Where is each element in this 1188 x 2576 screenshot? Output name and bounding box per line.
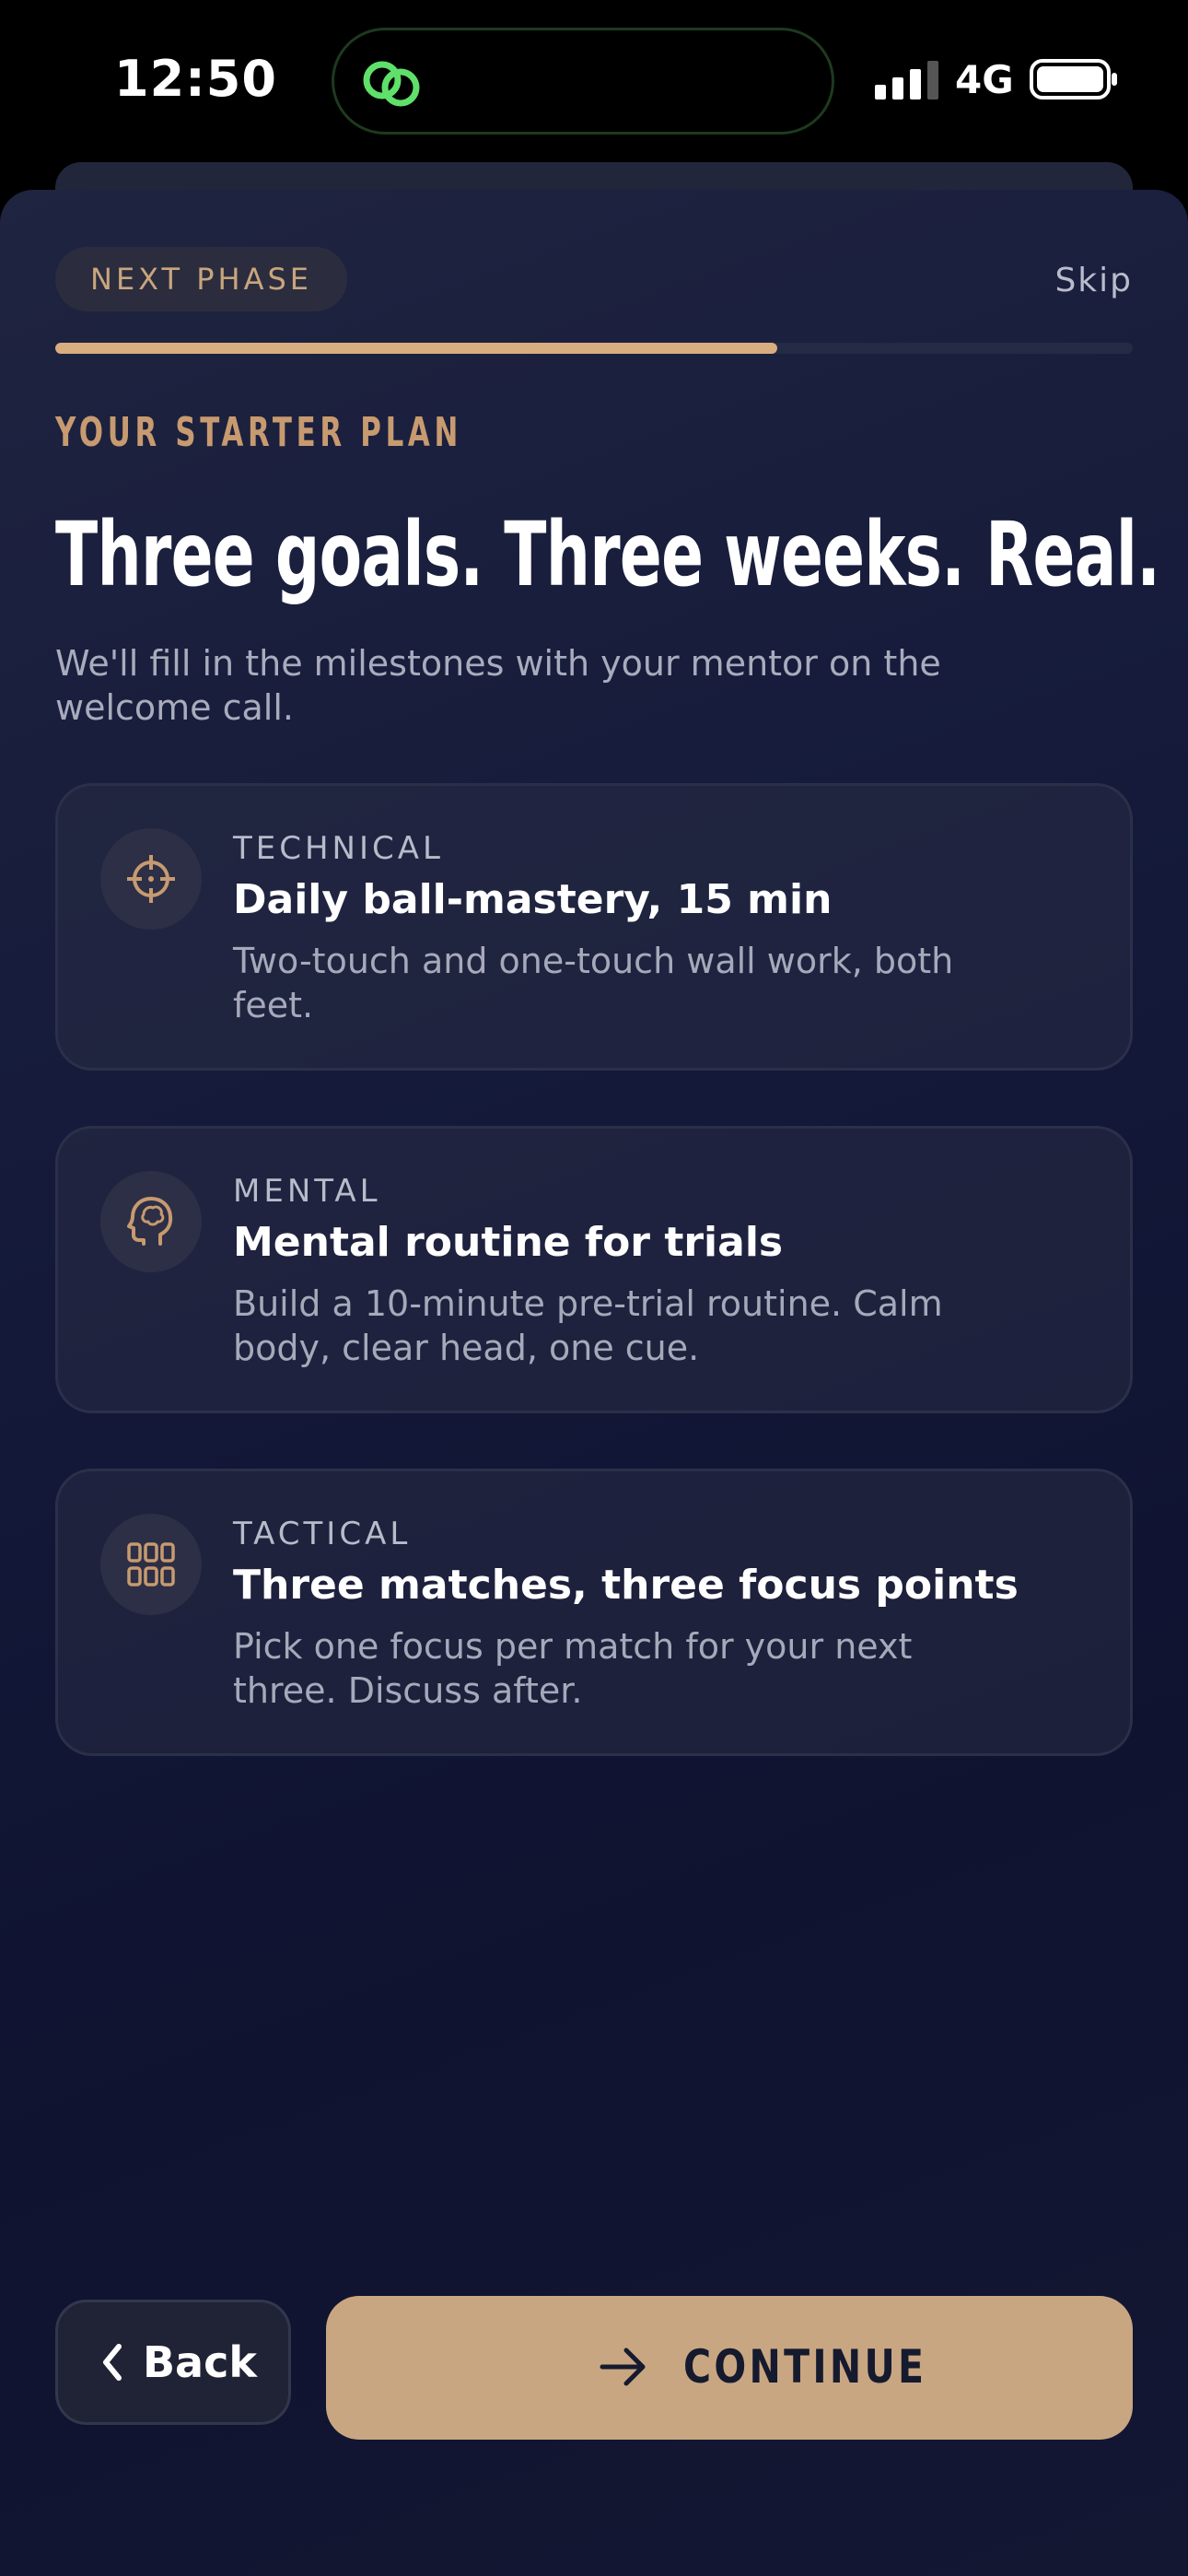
status-time: 12:50 bbox=[114, 50, 277, 108]
onboarding-sheet: NEXT PHASE Skip YOUR STARTER PLAN Three … bbox=[0, 190, 1188, 2576]
signal-icon bbox=[875, 61, 938, 100]
goal-card-tactical[interactable]: TACTICAL Three matches, three focus poin… bbox=[55, 1469, 1133, 1756]
goal-category: MENTAL bbox=[233, 1173, 381, 1210]
progress-bar bbox=[55, 343, 1133, 354]
brain-head-icon bbox=[127, 1197, 173, 1246]
back-button[interactable]: Back bbox=[55, 2300, 291, 2425]
goal-card-mental[interactable]: MENTAL Mental routine for trials Build a… bbox=[55, 1126, 1133, 1413]
goal-category: TECHNICAL bbox=[233, 830, 444, 867]
goal-icon-badge bbox=[100, 828, 202, 930]
link-rings-icon bbox=[363, 61, 420, 107]
section-eyebrow: YOUR STARTER PLAN bbox=[55, 409, 463, 456]
battery-icon bbox=[1030, 59, 1117, 100]
continue-button[interactable]: CONTINUE bbox=[326, 2296, 1133, 2440]
grid-icon bbox=[127, 1542, 175, 1587]
goal-description: Two-touch and one-touch wall work, both … bbox=[233, 941, 954, 1025]
progress-fill bbox=[55, 343, 777, 354]
skip-button[interactable]: Skip bbox=[1054, 262, 1133, 299]
goal-icon-badge bbox=[100, 1171, 202, 1272]
goal-icon-badge bbox=[100, 1514, 202, 1615]
phase-pill: NEXT PHASE bbox=[55, 247, 348, 311]
crosshair-icon bbox=[127, 855, 175, 903]
page-title: Three goals. Three weeks. Real. bbox=[55, 503, 1160, 606]
page-subtitle: We'll fill in the milestones with your m… bbox=[55, 643, 941, 728]
goal-title: Three matches, three focus points bbox=[233, 1562, 1019, 1609]
continue-button-label: CONTINUE bbox=[683, 2340, 927, 2394]
goal-description: Pick one focus per match for your next t… bbox=[233, 1626, 913, 1711]
network-label: 4G bbox=[955, 57, 1014, 102]
goal-card-technical[interactable]: TECHNICAL Daily ball-mastery, 15 min Two… bbox=[55, 783, 1133, 1071]
goal-title: Mental routine for trials bbox=[233, 1219, 784, 1266]
goal-description: Build a 10-minute pre-trial routine. Cal… bbox=[233, 1283, 943, 1368]
back-button-label: Back bbox=[143, 2337, 257, 2387]
arrow-right-icon bbox=[600, 2348, 646, 2386]
dynamic-island[interactable] bbox=[332, 28, 834, 135]
goal-category: TACTICAL bbox=[233, 1516, 412, 1552]
goal-title: Daily ball-mastery, 15 min bbox=[233, 876, 833, 923]
status-bar: 12:50 4G bbox=[0, 0, 1188, 166]
chevron-left-icon bbox=[103, 2344, 122, 2381]
